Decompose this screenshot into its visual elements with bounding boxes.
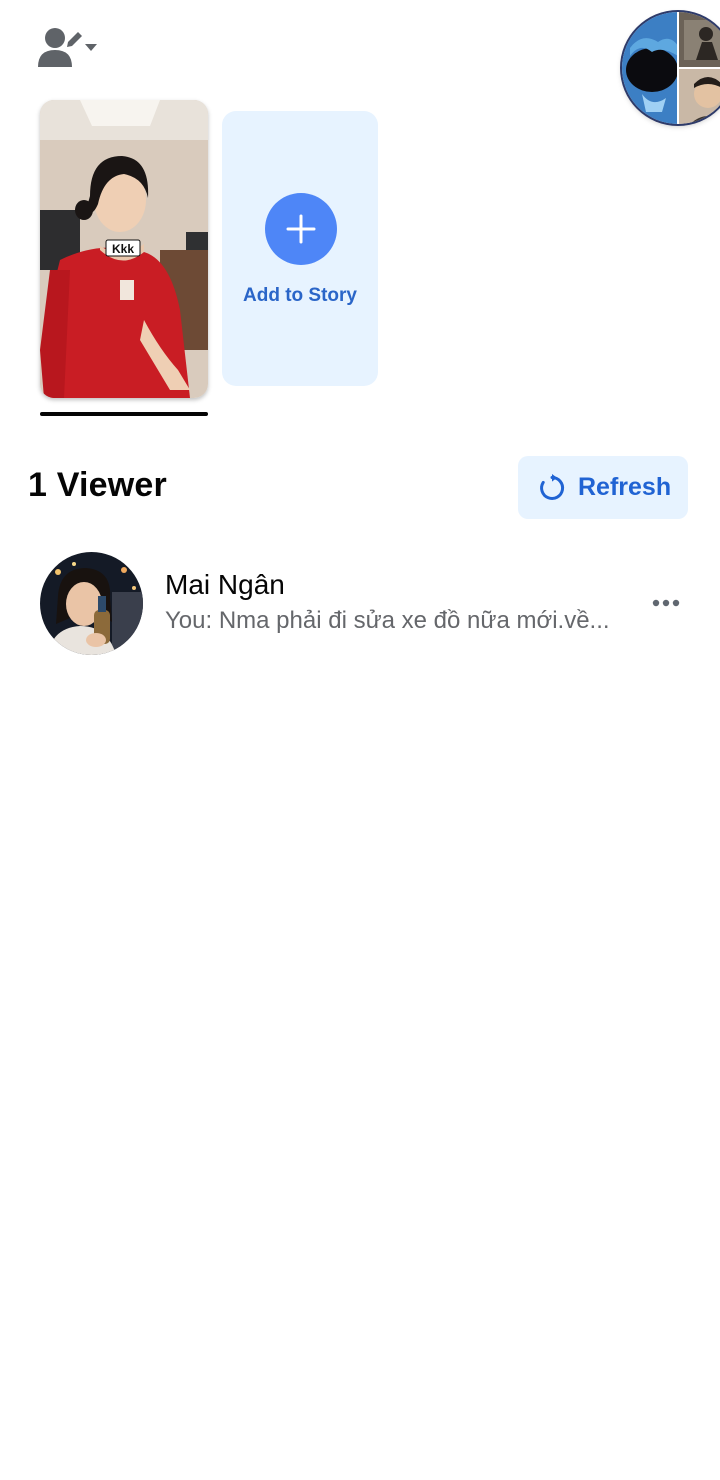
- refresh-label: Refresh: [578, 473, 672, 501]
- more-horizontal-icon: [652, 599, 680, 607]
- caret-down-icon: [85, 44, 97, 51]
- audience-selector[interactable]: [36, 24, 102, 70]
- story-selected-indicator: [40, 412, 208, 416]
- refresh-icon: [540, 473, 565, 500]
- profile-collage-avatar[interactable]: [622, 12, 720, 124]
- viewer-list-item[interactable]: Mai Ngân You: Nma phải đi sửa xe đồ nữa …: [0, 540, 720, 666]
- viewer-name: Mai Ngân: [165, 569, 285, 600]
- add-to-story-button[interactable]: [265, 193, 337, 265]
- viewer-count-title: 1 Viewer: [28, 466, 167, 504]
- plus-icon: [286, 214, 316, 244]
- add-to-story-label: Add to Story: [243, 285, 357, 306]
- viewer-avatar: [40, 552, 143, 655]
- viewer-last-message: You: Nma phải đi sửa xe đồ nữa mới.về...: [165, 607, 610, 634]
- story-sticker-text: Kkk: [112, 242, 134, 256]
- refresh-button[interactable]: Refresh: [518, 456, 688, 519]
- add-to-story-card[interactable]: Add to Story: [222, 111, 378, 386]
- viewer-more-button[interactable]: [644, 588, 688, 618]
- story-thumbnail[interactable]: Kkk: [40, 100, 208, 398]
